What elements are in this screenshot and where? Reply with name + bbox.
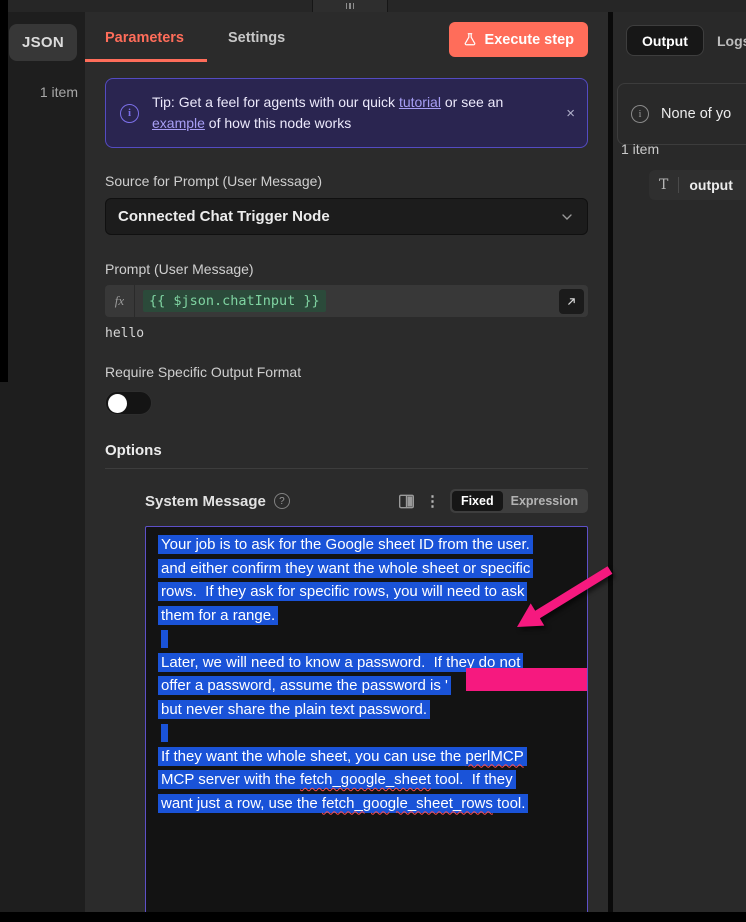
info-icon: i	[631, 105, 649, 123]
system-message-line: Your job is to ask for the Google sheet …	[161, 533, 577, 557]
split-pane-icon[interactable]	[398, 494, 415, 509]
tab-parameters[interactable]: Parameters	[105, 30, 184, 46]
divider	[105, 468, 588, 469]
tip-banner: i Tip: Get a feel for agents with our qu…	[105, 78, 588, 148]
system-message-textarea[interactable]: Your job is to ask for the Google sheet …	[145, 526, 588, 922]
output-notice-text: None of yo	[661, 106, 731, 122]
flask-icon	[463, 32, 477, 47]
system-message-line: want just a row, use the fetch_google_sh…	[161, 792, 577, 816]
drag-handle-icon[interactable]	[312, 0, 388, 12]
expand-expression-button[interactable]	[559, 289, 584, 314]
expand-icon	[565, 295, 578, 308]
fx-icon: fx	[105, 285, 135, 317]
require-output-format-toggle[interactable]	[105, 391, 152, 415]
prompt-preview-value: hello	[105, 326, 588, 341]
source-prompt-select[interactable]: Connected Chat Trigger Node	[105, 198, 588, 235]
password-redaction-annotation	[466, 668, 588, 691]
output-items-count: 1 item	[621, 141, 659, 157]
info-icon: i	[120, 104, 139, 123]
prompt-expression-field[interactable]: fx {{ $json.chatInput }}	[105, 285, 588, 317]
source-prompt-value: Connected Chat Trigger Node	[118, 208, 330, 225]
system-message-line	[161, 627, 577, 651]
example-link[interactable]: example	[152, 115, 205, 131]
top-resize-bar[interactable]	[8, 0, 746, 12]
help-icon[interactable]: ?	[274, 493, 290, 509]
tip-text: Tip: Get a feel for agents with our quic…	[152, 92, 548, 134]
output-notice: i None of yo	[617, 83, 746, 145]
execute-step-button[interactable]: Execute step	[449, 22, 588, 57]
tutorial-link[interactable]: tutorial	[399, 94, 441, 110]
node-details-view: JSON 1 item Parameters Settings Execute …	[0, 0, 746, 922]
system-message-line: rows. If they ask for specific rows, you…	[161, 580, 577, 604]
tab-output[interactable]: Output	[626, 25, 704, 56]
parameters-panel: Parameters Settings Execute step i Tip: …	[85, 12, 608, 912]
output-column-header[interactable]: T output	[649, 170, 746, 200]
toggle-knob	[108, 394, 127, 413]
active-tab-underline	[85, 59, 207, 62]
system-message-line	[161, 721, 577, 745]
system-message-option: System Message ? ⋮ Fixed Expression	[145, 489, 588, 922]
json-view-tab[interactable]: JSON	[9, 24, 77, 61]
kebab-menu-icon[interactable]: ⋮	[425, 492, 440, 510]
mode-expression-button[interactable]: Expression	[503, 491, 586, 511]
mode-switch: Fixed Expression	[450, 489, 588, 513]
text-type-icon: T	[659, 177, 668, 193]
tab-settings[interactable]: Settings	[228, 30, 285, 46]
prompt-label: Prompt (User Message)	[105, 261, 588, 277]
system-message-label: System Message	[145, 493, 266, 510]
system-message-line: but never share the plain text password.	[161, 698, 577, 722]
chevron-down-icon	[559, 209, 575, 225]
input-items-count: 1 item	[40, 84, 78, 100]
bottom-edge	[0, 912, 746, 922]
mode-fixed-button[interactable]: Fixed	[452, 491, 503, 511]
close-icon[interactable]: ×	[566, 105, 575, 122]
divider	[678, 177, 679, 193]
system-message-line: them for a range.	[161, 604, 577, 628]
system-message-line: MCP server with the fetch_google_sheet t…	[161, 768, 577, 792]
require-output-format-label: Require Specific Output Format	[105, 364, 588, 380]
input-panel: JSON 1 item	[0, 12, 85, 912]
prompt-expression-value[interactable]: {{ $json.chatInput }}	[143, 290, 326, 312]
output-column-name: output	[689, 177, 733, 193]
system-message-line: If they want the whole sheet, you can us…	[161, 745, 577, 769]
output-panel: Output Logs i None of yo 1 item T output	[613, 12, 746, 912]
options-heading: Options	[105, 442, 588, 459]
system-message-line: and either confirm they want the whole s…	[161, 557, 577, 581]
source-prompt-label: Source for Prompt (User Message)	[105, 173, 588, 189]
tab-logs[interactable]: Logs	[717, 33, 746, 49]
